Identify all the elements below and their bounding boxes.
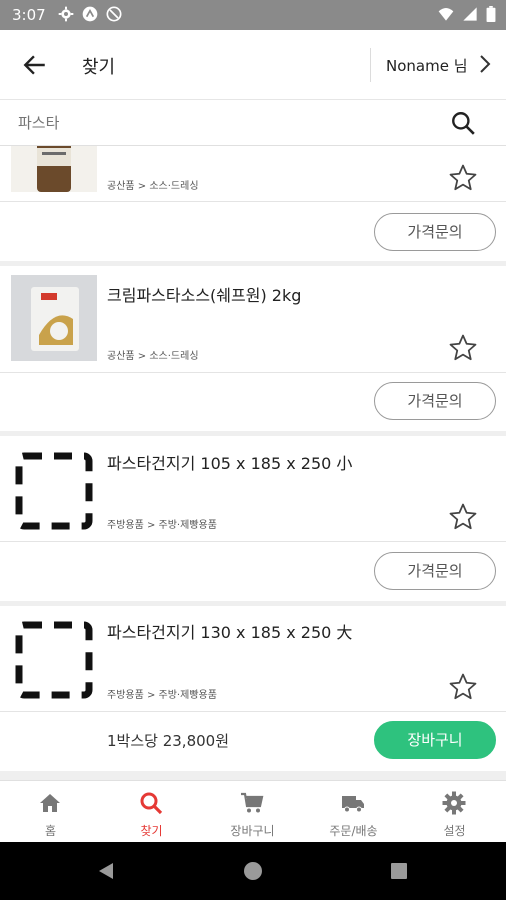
product-category: 공산품 > 소스·드레싱 xyxy=(107,351,199,362)
gear-icon xyxy=(442,791,466,815)
product-image xyxy=(11,146,97,192)
price-inquiry-button[interactable]: 가격문의 xyxy=(374,382,496,420)
nav-label: 설정 xyxy=(443,824,466,838)
search-input[interactable] xyxy=(18,108,418,138)
cart-icon xyxy=(241,792,264,813)
product-list: 공산품 > 소스·드레싱 가격문의 크림파스타소스(쉐프원) 2kg 공산품 >… xyxy=(0,146,506,780)
user-account-link[interactable]: Noname 님 xyxy=(386,55,468,76)
battery-icon xyxy=(486,6,496,22)
search-icon xyxy=(140,792,163,815)
product-category: 공산품 > 소스·드레싱 xyxy=(107,181,199,192)
search-bar xyxy=(0,100,506,146)
back-triangle-icon[interactable] xyxy=(96,861,116,881)
dnd-status-icon xyxy=(106,6,122,22)
bottom-navigation: 홈 찾기 장바구니 주문/배송 설정 xyxy=(0,780,506,842)
card-divider xyxy=(0,711,506,712)
no-image-placeholder-icon xyxy=(15,621,93,699)
nav-item-orders[interactable]: 주문/배송 xyxy=(303,781,404,843)
star-icon[interactable] xyxy=(448,163,478,193)
app-notification-icon xyxy=(82,6,98,22)
price-inquiry-button[interactable]: 가격문의 xyxy=(374,552,496,590)
app-bar: 찾기 Noname 님 xyxy=(0,30,506,100)
home-circle-icon[interactable] xyxy=(243,861,263,881)
star-icon[interactable] xyxy=(448,333,478,363)
star-icon[interactable] xyxy=(448,502,478,532)
product-image xyxy=(11,275,97,361)
product-card[interactable]: 파스타건지기 105 x 185 x 250 小 주방용품 > 주방·제빵용품 … xyxy=(0,436,506,601)
wifi-icon xyxy=(438,8,454,21)
chevron-right-icon[interactable] xyxy=(478,53,492,75)
star-icon[interactable] xyxy=(448,672,478,702)
card-divider xyxy=(0,541,506,542)
nav-item-settings[interactable]: 설정 xyxy=(404,781,505,843)
signal-icon xyxy=(463,7,477,21)
product-category: 주방용품 > 주방·제빵용품 xyxy=(107,690,217,701)
product-name[interactable]: 파스타건지기 130 x 185 x 250 大 xyxy=(107,619,352,643)
system-navigation-bar xyxy=(0,842,506,900)
card-divider xyxy=(0,201,506,202)
product-name[interactable]: 파스타건지기 105 x 185 x 250 小 xyxy=(107,450,352,474)
product-price: 1박스당 23,800원 xyxy=(107,732,229,750)
product-category: 주방용품 > 주방·제빵용품 xyxy=(107,520,217,531)
truck-icon xyxy=(342,796,364,813)
back-arrow-icon[interactable] xyxy=(22,52,48,78)
product-card[interactable]: 공산품 > 소스·드레싱 가격문의 xyxy=(0,146,506,261)
recents-square-icon[interactable] xyxy=(390,862,408,880)
add-to-cart-button[interactable]: 장바구니 xyxy=(374,721,496,759)
nav-label: 찾기 xyxy=(140,824,163,838)
home-icon xyxy=(40,794,60,812)
price-inquiry-button[interactable]: 가격문의 xyxy=(374,213,496,251)
settings-status-icon xyxy=(58,6,74,22)
app-bar-divider xyxy=(370,48,371,82)
product-card[interactable]: 파스타건지기 130 x 185 x 250 大 주방용품 > 주방·제빵용품 … xyxy=(0,606,506,771)
nav-item-cart[interactable]: 장바구니 xyxy=(202,781,303,843)
status-bar: 3:07 xyxy=(0,0,506,30)
nav-label: 주문/배송 xyxy=(329,824,378,838)
product-card[interactable]: 크림파스타소스(쉐프원) 2kg 공산품 > 소스·드레싱 가격문의 xyxy=(0,266,506,431)
nav-item-search[interactable]: 찾기 xyxy=(101,781,202,843)
nav-label: 홈 xyxy=(44,824,57,838)
search-icon[interactable] xyxy=(450,110,476,136)
page-title: 찾기 xyxy=(82,57,116,78)
product-name[interactable]: 크림파스타소스(쉐프원) 2kg xyxy=(107,282,301,306)
status-time: 3:07 xyxy=(12,6,46,24)
nav-label: 장바구니 xyxy=(230,824,275,838)
nav-item-home[interactable]: 홈 xyxy=(0,781,101,843)
card-divider xyxy=(0,372,506,373)
no-image-placeholder-icon xyxy=(15,452,93,530)
